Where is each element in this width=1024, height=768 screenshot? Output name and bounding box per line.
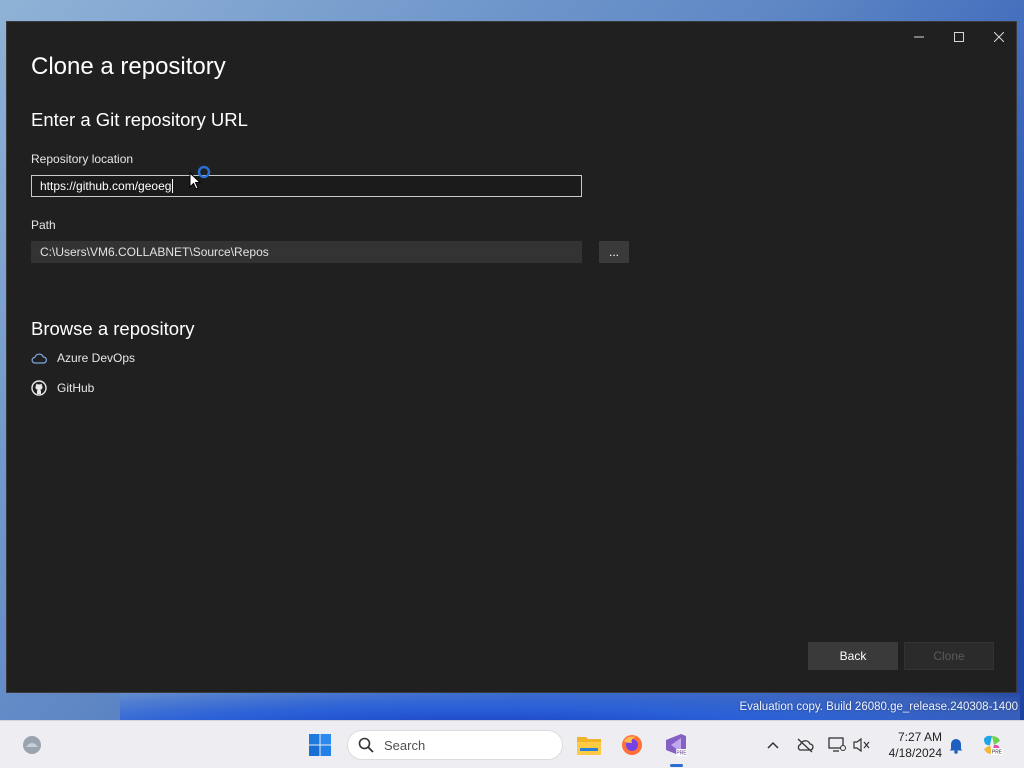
file-explorer-icon: [577, 737, 601, 755]
taskbar-clock[interactable]: 7:27 AM 4/18/2024: [878, 729, 942, 761]
provider-label: GitHub: [57, 381, 95, 395]
minimize-icon: [914, 36, 924, 38]
clone-repository-dialog: Clone a repository Enter a Git repositor…: [6, 21, 1017, 693]
cloud-icon: [31, 350, 47, 366]
firefox-button[interactable]: [616, 729, 648, 761]
provider-github[interactable]: GitHub: [31, 378, 94, 398]
svg-text:PRE: PRE: [992, 750, 1003, 756]
firefox-icon: [622, 735, 642, 755]
onedrive-offline-icon: [797, 738, 814, 753]
network-button[interactable]: [795, 735, 815, 755]
chevron-up-icon: [767, 741, 779, 749]
path-label: Path: [31, 218, 56, 232]
back-button[interactable]: Back: [808, 642, 898, 670]
file-explorer-button[interactable]: [573, 729, 605, 761]
provider-azure-devops[interactable]: Azure DevOps: [31, 348, 135, 368]
search-placeholder: Search: [384, 737, 426, 753]
repository-location-value: https://github.com/geoeg: [40, 179, 172, 193]
volume-muted-icon: [853, 737, 870, 753]
windows-start-icon: [309, 734, 331, 756]
widgets-icon: [23, 736, 41, 754]
repository-location-input[interactable]: https://github.com/geoeg: [31, 175, 582, 197]
dialog-title: Clone a repository: [31, 53, 226, 80]
clone-button[interactable]: Clone: [904, 642, 994, 670]
github-icon: [31, 380, 47, 396]
evaluation-watermark: Evaluation copy. Build 26080.ge_release.…: [739, 701, 1018, 713]
notifications-button[interactable]: [946, 735, 966, 755]
path-input[interactable]: C:\Users\VM6.COLLABNET\Source\Repos: [31, 241, 582, 263]
clock-time: 7:27 AM: [897, 730, 942, 744]
start-button[interactable]: [304, 729, 336, 761]
maximize-icon: [954, 32, 964, 42]
taskbar-search-box[interactable]: Search: [347, 730, 563, 760]
show-hidden-icons-button[interactable]: [763, 735, 783, 755]
provider-label: Azure DevOps: [57, 351, 136, 365]
path-value: C:\Users\VM6.COLLABNET\Source\Repos: [40, 245, 269, 259]
clock-date: 4/18/2024: [888, 746, 942, 760]
close-icon: [994, 32, 1004, 42]
visual-studio-preview-icon: PRE: [666, 734, 687, 757]
search-icon: [358, 737, 374, 753]
display-button[interactable]: [827, 735, 847, 755]
maximize-button[interactable]: [939, 24, 979, 50]
copilot-button[interactable]: PRE: [980, 733, 1004, 757]
copilot-icon: PRE: [984, 735, 1003, 756]
taskbar: Search PRE 7:27 AM 4/18/2024 PRE: [0, 720, 1024, 768]
volume-button[interactable]: [852, 735, 872, 755]
minimize-button[interactable]: [899, 24, 939, 50]
mouse-pointer-icon: [189, 171, 202, 195]
close-button[interactable]: [979, 24, 1019, 50]
repository-location-label: Repository location: [31, 152, 134, 166]
bell-icon: [949, 739, 963, 754]
monitor-icon: [828, 737, 846, 752]
text-caret: [172, 179, 174, 193]
browse-repository-heading: Browse a repository: [31, 318, 195, 339]
widgets-button[interactable]: [16, 729, 48, 761]
git-url-heading: Enter a Git repository URL: [31, 109, 248, 130]
active-app-indicator: [670, 764, 683, 767]
visual-studio-button[interactable]: PRE: [660, 729, 692, 761]
svg-text:PRE: PRE: [676, 751, 687, 757]
browse-path-button[interactable]: ...: [599, 241, 629, 263]
